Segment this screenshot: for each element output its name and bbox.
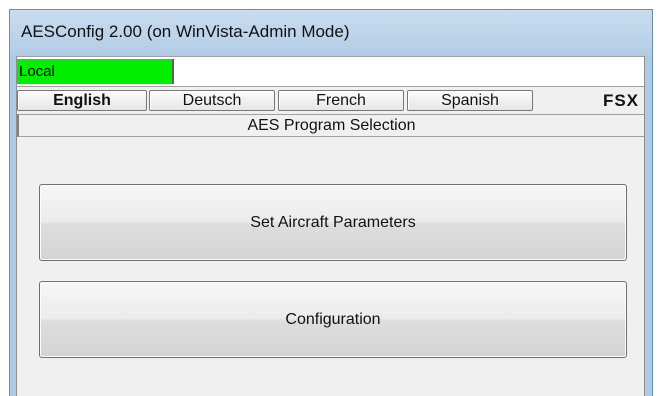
status-local-indicator: Local [17,59,174,84]
language-button-english[interactable]: English [17,90,147,111]
language-button-french[interactable]: French [278,90,404,111]
language-button-deutsch[interactable]: Deutsch [149,90,275,111]
language-button-spanish[interactable]: Spanish [407,90,533,111]
status-bar: Local [17,56,644,87]
set-aircraft-parameters-button[interactable]: Set Aircraft Parameters [39,184,627,261]
simulator-label: FSX [602,91,639,110]
section-header: AES Program Selection [17,114,644,137]
window-title: AESConfig 2.00 (on WinVista-Admin Mode) [21,22,350,41]
app-window: AESConfig 2.00 (on WinVista-Admin Mode) … [9,9,653,396]
language-selector: English Deutsch French Spanish FSX [17,88,644,112]
configuration-button[interactable]: Configuration [39,281,627,358]
title-bar[interactable]: AESConfig 2.00 (on WinVista-Admin Mode) [10,10,652,55]
client-area: Local English Deutsch French Spanish FSX… [16,56,645,396]
